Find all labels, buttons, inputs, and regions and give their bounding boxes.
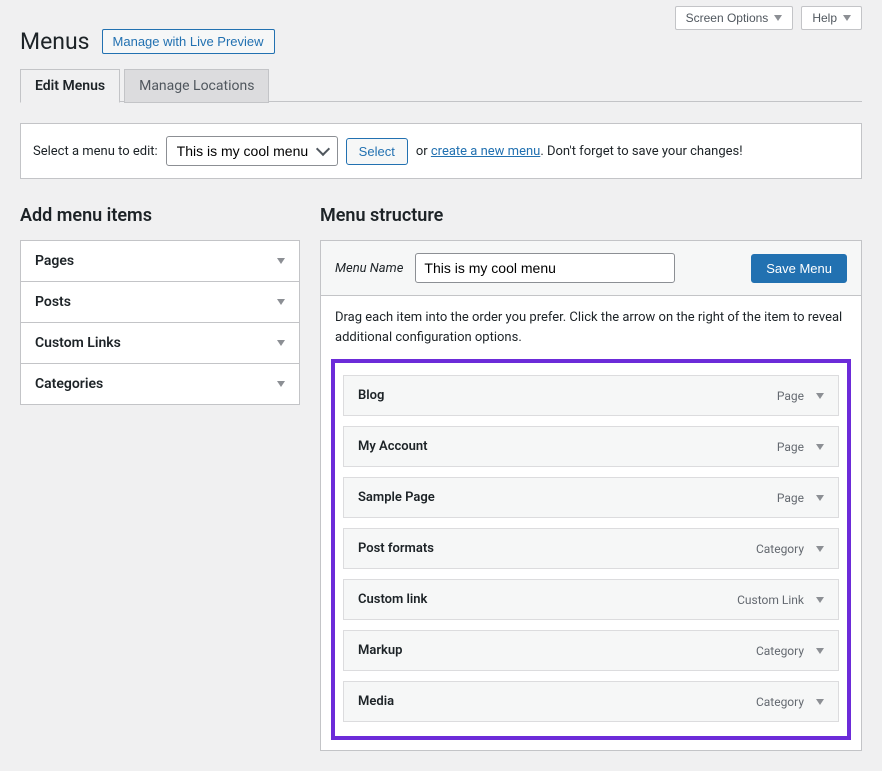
screen-options-button[interactable]: Screen Options <box>675 6 794 30</box>
help-label: Help <box>812 11 837 25</box>
accordion-item-pages[interactable]: Pages <box>21 241 299 282</box>
chevron-down-icon[interactable] <box>816 648 824 654</box>
menu-item[interactable]: Blog Page <box>343 375 839 416</box>
menu-item[interactable]: My Account Page <box>343 426 839 467</box>
menu-item-type: Category <box>756 542 804 556</box>
menu-name-input[interactable] <box>415 253 675 283</box>
chevron-down-icon <box>774 15 782 21</box>
menu-item-type: Category <box>756 644 804 658</box>
menu-item[interactable]: Sample Page Page <box>343 477 839 518</box>
chevron-down-icon <box>277 340 285 346</box>
menu-item-type: Custom Link <box>737 593 804 607</box>
menu-item-title: Media <box>358 694 394 709</box>
select-or-text: or create a new menu. Don't forget to sa… <box>416 144 743 159</box>
menu-items-highlight: Blog Page My Account Page Sample Page <box>331 359 851 740</box>
menu-dropdown[interactable]: This is my cool menu <box>166 136 338 166</box>
select-menu-label: Select a menu to edit: <box>33 144 158 159</box>
menu-select-panel: Select a menu to edit: This is my cool m… <box>20 123 862 179</box>
menu-item-title: Custom link <box>358 592 427 607</box>
chevron-down-icon <box>277 258 285 264</box>
chevron-down-icon[interactable] <box>816 597 824 603</box>
menu-name-label: Menu Name <box>335 261 403 276</box>
page-title: Menus <box>20 28 90 55</box>
menu-item[interactable]: Media Category <box>343 681 839 722</box>
accordion-item-categories[interactable]: Categories <box>21 364 299 404</box>
save-menu-button[interactable]: Save Menu <box>751 254 847 283</box>
menu-item-title: Markup <box>358 643 402 658</box>
add-menu-items-heading: Add menu items <box>20 205 300 226</box>
menu-item[interactable]: Markup Category <box>343 630 839 671</box>
menu-help-text: Drag each item into the order you prefer… <box>321 296 861 359</box>
menu-item-title: My Account <box>358 439 428 454</box>
menu-item-title: Sample Page <box>358 490 435 505</box>
chevron-down-icon <box>843 15 851 21</box>
create-new-menu-link[interactable]: create a new menu <box>431 144 540 159</box>
help-button[interactable]: Help <box>801 6 862 30</box>
menu-structure-heading: Menu structure <box>320 205 862 226</box>
accordion: Pages Posts Custom Links Categories <box>20 240 300 405</box>
chevron-down-icon[interactable] <box>816 444 824 450</box>
menu-structure-panel: Menu Name Save Menu Drag each item into … <box>320 240 862 751</box>
menu-item[interactable]: Custom link Custom Link <box>343 579 839 620</box>
accordion-label: Custom Links <box>35 335 121 351</box>
menu-item-type: Category <box>756 695 804 709</box>
chevron-down-icon[interactable] <box>816 699 824 705</box>
chevron-down-icon <box>277 381 285 387</box>
menu-item-title: Blog <box>358 388 384 403</box>
menu-item-type: Page <box>777 491 804 505</box>
accordion-label: Posts <box>35 294 71 310</box>
tab-edit-menus[interactable]: Edit Menus <box>20 69 120 103</box>
menu-item-type: Page <box>777 389 804 403</box>
screen-options-label: Screen Options <box>686 11 769 25</box>
menu-item-title: Post formats <box>358 541 434 556</box>
accordion-label: Categories <box>35 376 103 392</box>
accordion-item-custom-links[interactable]: Custom Links <box>21 323 299 364</box>
tab-manage-locations[interactable]: Manage Locations <box>124 69 269 103</box>
accordion-item-posts[interactable]: Posts <box>21 282 299 323</box>
menu-item-type: Page <box>777 440 804 454</box>
manage-live-preview-button[interactable]: Manage with Live Preview <box>102 29 275 54</box>
chevron-down-icon[interactable] <box>816 393 824 399</box>
chevron-down-icon[interactable] <box>816 546 824 552</box>
accordion-label: Pages <box>35 253 74 269</box>
menu-item[interactable]: Post formats Category <box>343 528 839 569</box>
select-button[interactable]: Select <box>346 138 408 165</box>
chevron-down-icon[interactable] <box>816 495 824 501</box>
chevron-down-icon <box>277 299 285 305</box>
